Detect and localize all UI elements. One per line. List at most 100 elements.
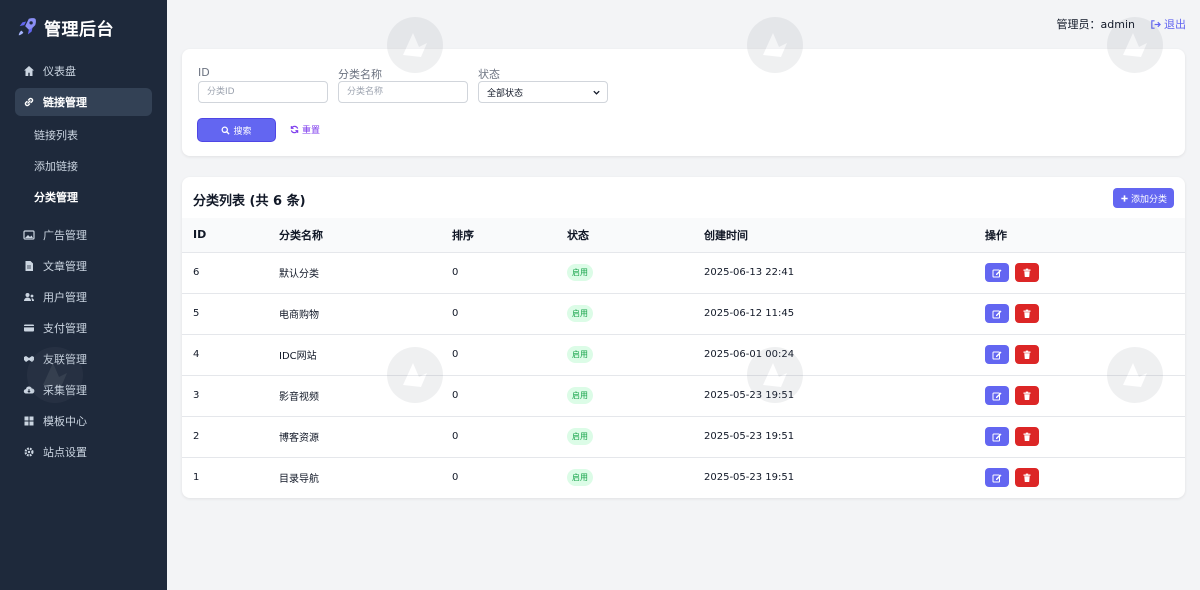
trash-icon <box>1023 473 1031 482</box>
sidebar-item-label: 文章管理 <box>43 260 87 273</box>
id-label: ID <box>198 66 210 79</box>
delete-button[interactable] <box>1015 304 1039 323</box>
filter-panel: ID 分类名称 状态 全部状态 搜索 重置 <box>182 49 1185 156</box>
reset-button[interactable]: 重置 <box>290 123 320 136</box>
plus-icon <box>1121 194 1128 202</box>
edit-button[interactable] <box>985 468 1009 488</box>
table-row: 4 IDC网站 0 启用 2025-06-01 00:24 <box>182 334 1185 376</box>
cell-sort: 0 <box>452 375 567 417</box>
cell-id: 1 <box>193 472 200 484</box>
cell-id: 4 <box>182 334 279 376</box>
cell-created: 2025-05-23 19:51 <box>704 472 795 484</box>
cell-created: 2025-06-12 11:45 <box>704 293 985 335</box>
cell-sort: 0 <box>452 334 567 376</box>
cell-sort: 0 <box>452 472 459 484</box>
sidebar-item-label: 链接管理 <box>43 96 87 109</box>
sidebar-item-templates[interactable]: 模板中心 <box>15 407 152 435</box>
sidebar-subitem-category[interactable]: 分类管理 <box>0 181 167 212</box>
edit-icon <box>992 433 1002 441</box>
cell-sort: 0 <box>452 293 567 335</box>
status-label: 状态 <box>478 68 500 81</box>
id-input[interactable] <box>198 81 328 103</box>
sidebar-item-friend-links[interactable]: 友联管理 <box>15 345 152 373</box>
cell-name: 目录导航 <box>279 474 319 486</box>
status-badge: 启用 <box>567 305 593 322</box>
sidebar: 管理后台 仪表盘 链接管理 链接列表 添加链接 分类管理 广告管理 文章管理 用… <box>0 0 167 590</box>
sidebar-item-ads[interactable]: 广告管理 <box>15 221 152 249</box>
delete-button[interactable] <box>1015 386 1039 405</box>
delete-button[interactable] <box>1015 345 1039 364</box>
gear-icon <box>23 446 35 458</box>
brand[interactable]: 管理后台 <box>0 0 167 54</box>
sidebar-subitem-add-link[interactable]: 添加链接 <box>0 150 167 181</box>
search-button[interactable]: 搜索 <box>198 119 275 141</box>
category-list-panel: 分类列表 (共 6 条) 添加分类 ID 分类名称 排序 状态 创建时间 操作 … <box>182 177 1185 498</box>
sidebar-item-label: 站点设置 <box>43 446 87 459</box>
cell-created: 2025-05-23 19:51 <box>704 416 985 458</box>
file-icon <box>23 260 35 272</box>
search-button-label: 搜索 <box>233 125 252 136</box>
cell-id: 6 <box>182 252 279 294</box>
sidebar-subitem-link-list[interactable]: 链接列表 <box>0 119 167 150</box>
sidebar-item-dashboard[interactable]: 仪表盘 <box>15 57 152 85</box>
edit-button[interactable] <box>985 427 1009 446</box>
status-select[interactable]: 全部状态 <box>478 81 608 103</box>
category-name-input[interactable] <box>338 81 468 103</box>
logout-link[interactable]: 退出 <box>1150 16 1186 32</box>
category-table: ID 分类名称 排序 状态 创建时间 操作 6 默认分类 0 启用 2025-0… <box>182 218 1185 498</box>
delete-button[interactable] <box>1015 468 1039 488</box>
sidebar-item-settings[interactable]: 站点设置 <box>15 438 152 466</box>
cell-name: 电商购物 <box>279 293 452 335</box>
reset-button-label: 重置 <box>302 126 321 136</box>
cell-name: 默认分类 <box>279 252 452 294</box>
category-name-label: 分类名称 <box>338 68 382 81</box>
link-icon <box>23 96 35 108</box>
cell-created: 2025-05-23 19:51 <box>704 375 985 417</box>
list-title: 分类列表 (共 6 条) <box>193 194 306 209</box>
delete-button[interactable] <box>1015 263 1039 282</box>
grid-icon <box>23 415 35 427</box>
trash-icon <box>1023 309 1031 318</box>
cloud-download-icon <box>23 384 35 396</box>
cell-sort: 0 <box>452 416 567 458</box>
sidebar-item-label: 模板中心 <box>43 415 87 428</box>
status-badge: 启用 <box>567 428 593 445</box>
table-row: 2 博客资源 0 启用 2025-05-23 19:51 <box>182 416 1185 458</box>
edit-icon <box>992 474 1002 483</box>
refresh-icon <box>290 125 299 134</box>
sidebar-item-collect[interactable]: 采集管理 <box>15 376 152 404</box>
cell-id: 3 <box>182 375 279 417</box>
sidebar-item-label: 友联管理 <box>43 353 87 366</box>
column-header-id: ID <box>182 218 279 253</box>
table-header-row: ID 分类名称 排序 状态 创建时间 操作 <box>182 218 1185 253</box>
sidebar-item-users[interactable]: 用户管理 <box>15 283 152 311</box>
column-header-sort: 排序 <box>452 218 567 253</box>
sidebar-item-label: 广告管理 <box>43 229 87 242</box>
delete-button[interactable] <box>1015 427 1039 446</box>
sidebar-item-articles[interactable]: 文章管理 <box>15 252 152 280</box>
sidebar-item-payment[interactable]: 支付管理 <box>15 314 152 342</box>
column-header-name: 分类名称 <box>279 218 452 253</box>
edit-button[interactable] <box>985 345 1009 364</box>
edit-icon <box>992 392 1002 400</box>
home-icon <box>23 65 35 77</box>
chevron-down-icon <box>593 90 600 95</box>
cell-id: 2 <box>182 416 279 458</box>
edit-icon <box>992 351 1002 359</box>
edit-button[interactable] <box>985 263 1009 282</box>
admin-name: 管理员：admin <box>1056 18 1135 31</box>
sidebar-item-links[interactable]: 链接管理 <box>15 88 152 116</box>
column-header-actions: 操作 <box>985 218 1185 253</box>
status-badge: 启用 <box>567 387 593 404</box>
table-row: 5 电商购物 0 启用 2025-06-12 11:45 <box>182 293 1185 335</box>
edit-button[interactable] <box>985 386 1009 405</box>
edit-button[interactable] <box>985 304 1009 323</box>
edit-icon <box>992 269 1002 277</box>
add-category-button[interactable]: 添加分类 <box>1113 188 1174 208</box>
cell-created: 2025-06-13 22:41 <box>704 252 985 294</box>
logout-label: 退出 <box>1164 18 1186 31</box>
table-row: 1 目录导航 0 启用 2025-05-23 19:51 <box>182 457 1185 498</box>
trash-icon <box>1023 268 1031 277</box>
table-row: 3 影音视频 0 启用 2025-05-23 19:51 <box>182 375 1185 417</box>
sidebar-item-label: 仪表盘 <box>43 65 76 78</box>
